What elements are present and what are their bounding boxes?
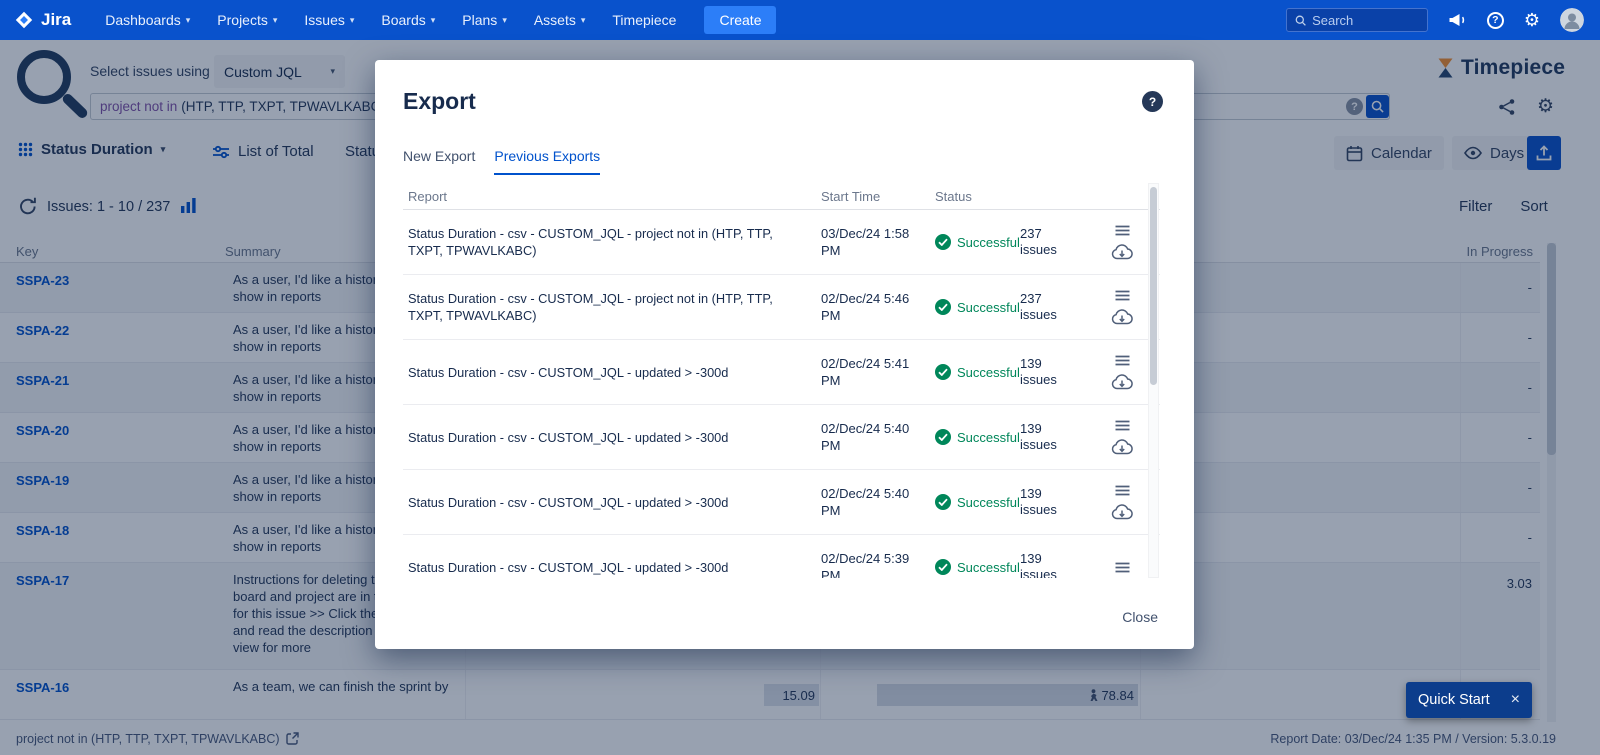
announcements-icon[interactable]	[1448, 12, 1467, 28]
nav-item-timepiece[interactable]: Timepiece	[612, 12, 676, 28]
export-report-name: Status Duration - csv - CUSTOM_JQL - upd…	[408, 494, 821, 511]
export-issue-count: 139 issues	[1020, 551, 1066, 578]
jira-logo-icon	[14, 10, 34, 30]
export-start-time: 02/Dec/24 5:40 PM	[821, 485, 917, 519]
modal-tabs: New Export Previous Exports	[403, 148, 600, 175]
export-start-time: 02/Dec/24 5:46 PM	[821, 290, 917, 324]
nav-right: ? ⚙	[1286, 8, 1584, 32]
modal-scrollbar-thumb[interactable]	[1150, 187, 1157, 385]
top-nav: Jira Dashboards▾ Projects▾ Issues▾ Board…	[0, 0, 1600, 40]
column-start-time: Start Time	[821, 189, 935, 204]
chevron-down-icon: ▾	[581, 16, 586, 25]
nav-menu: Dashboards▾ Projects▾ Issues▾ Boards▾ Pl…	[105, 12, 676, 28]
export-modal: Export ? New Export Previous Exports Rep…	[375, 60, 1194, 649]
close-button[interactable]: Close	[1122, 609, 1158, 625]
export-report-name: Status Duration - csv - CUSTOM_JQL - pro…	[408, 290, 821, 324]
modal-scrollbar[interactable]	[1148, 183, 1159, 578]
row-menu-icon[interactable]	[1115, 485, 1130, 496]
row-menu-icon[interactable]	[1115, 355, 1130, 366]
nav-item-issues[interactable]: Issues▾	[304, 12, 354, 28]
row-menu-icon[interactable]	[1115, 562, 1130, 573]
nav-search-input[interactable]	[1312, 13, 1419, 28]
quick-start-button[interactable]: Quick Start ×	[1406, 682, 1532, 718]
export-report-name: Status Duration - csv - CUSTOM_JQL - pro…	[408, 225, 821, 259]
nav-search[interactable]	[1286, 8, 1428, 32]
export-row: Status Duration - csv - CUSTOM_JQL - pro…	[403, 210, 1160, 275]
export-row: Status Duration - csv - CUSTOM_JQL - upd…	[403, 470, 1160, 535]
export-status: Successful	[935, 559, 1020, 575]
export-issue-count: 237 issues	[1020, 291, 1066, 323]
export-status: Successful	[935, 299, 1020, 315]
row-menu-icon[interactable]	[1115, 420, 1130, 431]
column-report: Report	[408, 189, 821, 204]
row-menu-icon[interactable]	[1115, 290, 1130, 301]
export-row: Status Duration - csv - CUSTOM_JQL - upd…	[403, 340, 1160, 405]
success-check-icon	[935, 299, 951, 315]
row-menu-icon[interactable]	[1115, 225, 1130, 236]
export-start-time: 03/Dec/24 1:58 PM	[821, 225, 917, 259]
chevron-down-icon: ▾	[273, 16, 278, 25]
success-check-icon	[935, 559, 951, 575]
download-cloud-icon[interactable]	[1111, 504, 1133, 520]
success-check-icon	[935, 429, 951, 445]
search-icon	[1295, 14, 1306, 27]
modal-help-icon[interactable]: ?	[1142, 91, 1163, 112]
chevron-down-icon: ▾	[431, 16, 436, 25]
exports-table-header: Report Start Time Status	[403, 183, 1160, 210]
jira-logo[interactable]: Jira	[14, 10, 71, 30]
avatar[interactable]	[1560, 8, 1584, 32]
download-cloud-icon[interactable]	[1111, 309, 1133, 325]
export-report-name: Status Duration - csv - CUSTOM_JQL - upd…	[408, 429, 821, 446]
export-row: Status Duration - csv - CUSTOM_JQL - upd…	[403, 535, 1160, 578]
export-status: Successful	[935, 234, 1020, 250]
jira-logo-text: Jira	[41, 10, 71, 30]
help-icon[interactable]: ?	[1487, 12, 1504, 29]
create-button[interactable]: Create	[704, 6, 776, 34]
nav-item-plans[interactable]: Plans▾	[462, 12, 507, 28]
export-start-time: 02/Dec/24 5:39 PM	[821, 550, 917, 578]
chevron-down-icon: ▾	[502, 16, 507, 25]
export-report-name: Status Duration - csv - CUSTOM_JQL - upd…	[408, 364, 821, 381]
tab-previous-exports[interactable]: Previous Exports	[494, 148, 600, 175]
download-cloud-icon[interactable]	[1111, 244, 1133, 260]
success-check-icon	[935, 494, 951, 510]
tab-new-export[interactable]: New Export	[403, 148, 475, 175]
export-start-time: 02/Dec/24 5:40 PM	[821, 420, 917, 454]
success-check-icon	[935, 234, 951, 250]
chevron-down-icon: ▾	[186, 16, 191, 25]
avatar-person-icon	[1560, 8, 1584, 32]
export-row: Status Duration - csv - CUSTOM_JQL - upd…	[403, 405, 1160, 470]
export-status: Successful	[935, 494, 1020, 510]
nav-item-boards[interactable]: Boards▾	[381, 12, 435, 28]
nav-item-dashboards[interactable]: Dashboards▾	[105, 12, 190, 28]
download-cloud-icon[interactable]	[1111, 374, 1133, 390]
exports-table: Report Start Time Status Status Duration…	[403, 183, 1160, 578]
settings-gear-icon[interactable]: ⚙	[1524, 11, 1540, 29]
chevron-down-icon: ▾	[350, 16, 355, 25]
nav-item-projects[interactable]: Projects▾	[217, 12, 277, 28]
export-status: Successful	[935, 364, 1020, 380]
export-issue-count: 139 issues	[1020, 486, 1066, 518]
export-issue-count: 139 issues	[1020, 421, 1066, 453]
success-check-icon	[935, 364, 951, 380]
nav-item-assets[interactable]: Assets▾	[534, 12, 586, 28]
close-icon[interactable]: ×	[1511, 691, 1520, 709]
export-status: Successful	[935, 429, 1020, 445]
export-issue-count: 139 issues	[1020, 356, 1066, 388]
export-start-time: 02/Dec/24 5:41 PM	[821, 355, 917, 389]
download-cloud-icon[interactable]	[1111, 439, 1133, 455]
export-report-name: Status Duration - csv - CUSTOM_JQL - upd…	[408, 559, 821, 576]
export-issue-count: 237 issues	[1020, 226, 1066, 258]
modal-title: Export	[403, 88, 476, 115]
export-row: Status Duration - csv - CUSTOM_JQL - pro…	[403, 275, 1160, 340]
column-status: Status	[935, 189, 1020, 204]
